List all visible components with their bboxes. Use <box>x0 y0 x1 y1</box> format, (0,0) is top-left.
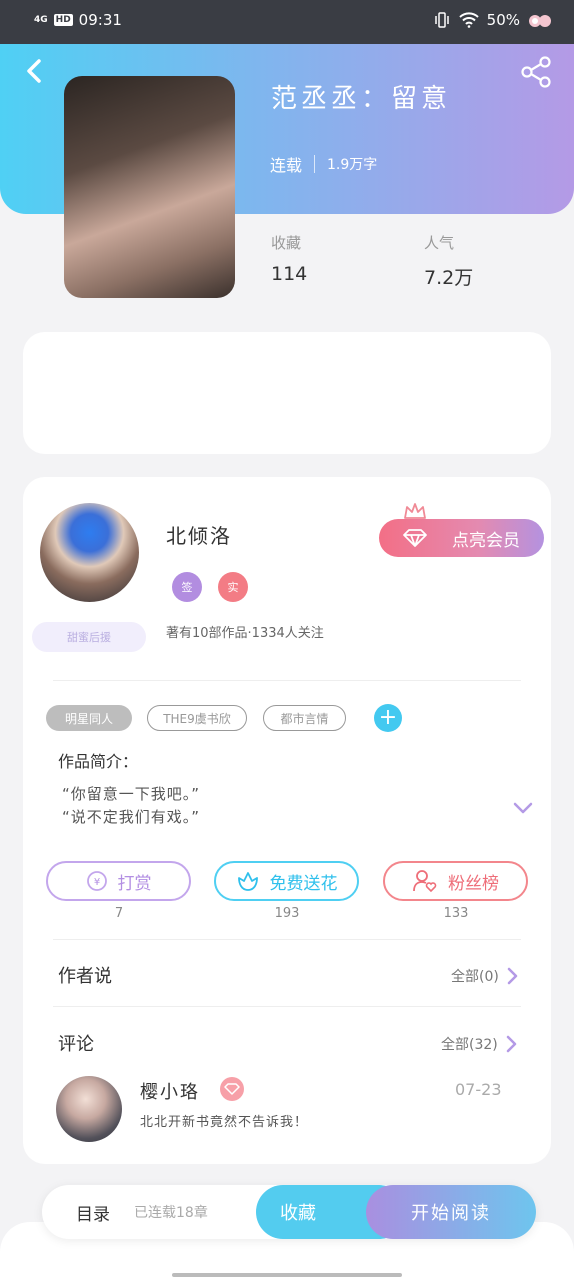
yen-coin-icon: ¥ <box>86 871 107 891</box>
comment-text: 北北开新书竟然不告诉我！ <box>140 1115 309 1130</box>
reward-count: 7 <box>114 906 124 921</box>
diamond-icon <box>403 529 427 547</box>
start-reading-label: 开始阅读 <box>411 1203 491 1224</box>
reward-button[interactable]: ¥ 打赏 <box>46 861 191 901</box>
stat-popularity: 人气 7.2万 <box>424 232 473 290</box>
reward-label: 打赏 <box>117 873 152 894</box>
flower-icon <box>237 872 258 891</box>
clock: 09:31 <box>78 11 122 29</box>
author-name[interactable]: 北倾洛 <box>166 520 232 549</box>
send-flower-button[interactable]: 免费送花 <box>214 861 359 901</box>
battery-icon <box>529 15 551 27</box>
stat-favorites: 收藏 114 <box>271 232 307 285</box>
send-flower-label: 免费送花 <box>269 873 338 894</box>
stat-value: 7.2万 <box>424 267 474 289</box>
verified-badge: 实 <box>218 572 248 602</box>
commenter-avatar[interactable] <box>56 1076 122 1142</box>
start-reading-button[interactable]: 开始阅读 <box>366 1185 536 1239</box>
network-indicator: 4G <box>34 14 48 25</box>
user-heart-icon <box>413 870 437 893</box>
author-says-all-link[interactable]: 全部(0) <box>451 966 519 986</box>
chapter-progress: 已连载18章 <box>134 1205 208 1221</box>
stat-label: 收藏 <box>271 234 302 252</box>
collect-label: 收藏 <box>280 1203 316 1224</box>
serial-status: 连载 <box>270 156 303 175</box>
wifi-icon <box>458 12 479 28</box>
signed-badge: 签 <box>172 572 202 602</box>
fan-ranking-label: 粉丝榜 <box>448 873 499 894</box>
catalog-button[interactable]: 目录 <box>76 1200 110 1225</box>
share-icon[interactable] <box>518 56 554 88</box>
hd-indicator: HD <box>53 14 73 26</box>
genre-tag[interactable]: THE9虞书欣 <box>147 705 247 731</box>
back-icon[interactable] <box>20 54 50 88</box>
battery-percent: 50% <box>486 11 520 29</box>
divider <box>53 939 521 940</box>
comment-date: 07-23 <box>455 1080 502 1099</box>
vibrate-icon <box>434 12 449 28</box>
intro-title: 作品简介： <box>58 752 139 771</box>
word-count: 1.9万字 <box>327 157 378 173</box>
status-bar: 4G HD 09:31 50% <box>0 0 574 44</box>
stat-value: 114 <box>271 263 308 285</box>
chevron-right-icon <box>506 1035 516 1053</box>
comments-all-link[interactable]: 全部(32) <box>441 1034 518 1054</box>
author-says-title: 作者说 <box>58 966 112 987</box>
flower-count: 193 <box>274 906 300 921</box>
empty-card <box>23 332 551 454</box>
book-status-line: 连载 1.9万字 <box>270 152 377 176</box>
genre-tag[interactable]: 明星同人 <box>46 705 132 731</box>
vip-button-label: 点亮会员 <box>452 530 520 551</box>
diamond-icon <box>224 1083 240 1095</box>
author-says-all-label: 全部(0) <box>451 969 499 985</box>
author-avatar[interactable] <box>40 503 139 602</box>
stat-label: 人气 <box>424 234 455 252</box>
intro-line: “说不定我们有戏。” <box>62 808 201 826</box>
intro-line: “你留意一下我吧。” <box>62 785 201 803</box>
book-cover[interactable] <box>64 76 235 298</box>
home-indicator[interactable] <box>172 1273 402 1277</box>
chevron-right-icon <box>507 967 518 985</box>
divider <box>53 1006 521 1007</box>
fan-badge[interactable]: 甜蜜后援 <box>32 622 146 652</box>
fan-count: 133 <box>443 906 469 921</box>
status-divider <box>314 155 316 173</box>
svg-text:¥: ¥ <box>93 877 99 888</box>
crown-icon <box>404 503 426 519</box>
add-tag-button[interactable]: + <box>374 704 402 732</box>
fan-ranking-button[interactable]: 粉丝榜 <box>383 861 528 901</box>
genre-tag[interactable]: 都市言情 <box>263 705 346 731</box>
commenter-name[interactable]: 樱小珞 <box>140 1078 200 1104</box>
chevron-down-icon[interactable] <box>510 798 536 818</box>
vip-diamond-badge <box>220 1077 244 1101</box>
comments-title: 评论 <box>58 1034 94 1055</box>
divider <box>53 680 521 681</box>
comments-all-label: 全部(32) <box>441 1037 498 1053</box>
book-title: 范丞丞：留意 <box>271 84 452 114</box>
author-meta: 著有10部作品·1334人关注 <box>166 626 324 641</box>
